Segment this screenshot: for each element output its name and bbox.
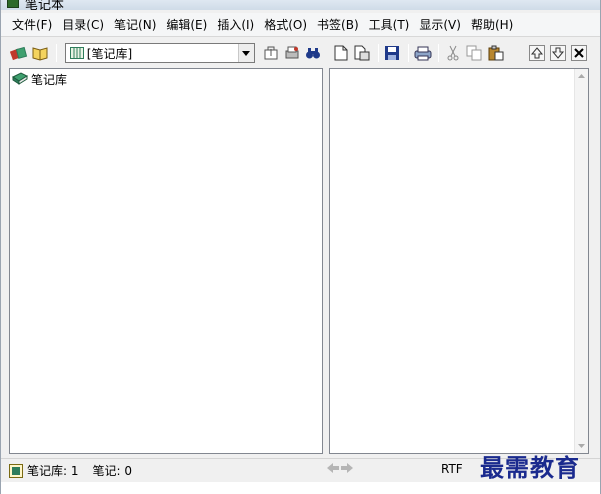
menu-bookmark[interactable]: 书签(B)	[312, 15, 364, 35]
paste-icon[interactable]	[486, 43, 505, 63]
toolbar-separator	[408, 44, 410, 62]
history-nav	[327, 462, 353, 476]
title-bar: 笔记本	[1, 0, 600, 10]
library-book-icon	[12, 72, 28, 85]
menu-note[interactable]: 笔记(N)	[109, 15, 161, 35]
binoculars-icon[interactable]	[304, 43, 323, 63]
toolbar-separator	[438, 44, 440, 62]
app-window: 笔记本 文件(F) 目录(C) 笔记(N) 编辑(E) 插入(I) 格式(O) …	[0, 0, 601, 494]
library-select-value: [笔记库]	[86, 46, 133, 61]
menu-catalog[interactable]: 目录(C)	[57, 15, 109, 35]
forward-arrow-icon[interactable]	[341, 462, 353, 476]
window-title: 笔记本	[25, 0, 65, 10]
printer-icon[interactable]	[413, 43, 432, 63]
app-icon	[7, 0, 19, 8]
back-arrow-icon[interactable]	[327, 462, 339, 476]
chevron-down-icon[interactable]	[237, 44, 254, 62]
watermark-text: 最需教育	[480, 453, 580, 482]
status-note-count: 笔记: 0	[92, 464, 133, 478]
library-toolbar: [笔记库]	[9, 40, 325, 66]
scroll-up-icon[interactable]	[575, 69, 588, 83]
books-icon[interactable]	[9, 43, 28, 63]
new-document-icon[interactable]	[331, 43, 350, 63]
menu-view[interactable]: 显示(V)	[414, 15, 466, 35]
library-icon	[69, 47, 84, 59]
editor-toolbar	[331, 40, 591, 66]
toolbar-separator	[55, 44, 57, 62]
menu-edit[interactable]: 编辑(E)	[161, 15, 212, 35]
status-library-count: 笔记库: 1	[27, 464, 79, 478]
menu-file[interactable]: 文件(F)	[7, 15, 57, 35]
cut-icon[interactable]	[443, 43, 462, 63]
library-select[interactable]: [笔记库]	[64, 43, 255, 63]
bottom-strip	[1, 482, 600, 494]
open-document-icon[interactable]	[352, 43, 371, 63]
folder-export-icon[interactable]	[261, 43, 280, 63]
print-library-icon[interactable]	[282, 43, 301, 63]
close-icon[interactable]	[570, 43, 589, 63]
library-status-icon	[9, 463, 23, 478]
menu-help[interactable]: 帮助(H)	[466, 15, 518, 35]
status-left: 笔记库: 1 笔记: 0	[9, 462, 132, 479]
arrow-down-icon[interactable]	[548, 43, 567, 63]
status-format: RTF	[441, 462, 463, 476]
menu-insert[interactable]: 插入(I)	[212, 15, 259, 35]
note-editor[interactable]	[329, 68, 589, 454]
editor-scrollbar[interactable]	[574, 69, 588, 453]
library-tree-pane[interactable]: 笔记库	[9, 68, 323, 454]
tree-item-library[interactable]: 笔记库	[12, 71, 67, 87]
copy-icon[interactable]	[465, 43, 484, 63]
open-book-icon[interactable]	[30, 43, 49, 63]
arrow-up-icon[interactable]	[527, 43, 546, 63]
menu-tools[interactable]: 工具(T)	[364, 15, 415, 35]
save-icon[interactable]	[383, 43, 402, 63]
tree-item-label: 笔记库	[31, 72, 68, 87]
toolbar-separator	[377, 44, 379, 62]
menu-bar: 文件(F) 目录(C) 笔记(N) 编辑(E) 插入(I) 格式(O) 书签(B…	[1, 13, 600, 37]
menu-format[interactable]: 格式(O)	[259, 15, 312, 35]
